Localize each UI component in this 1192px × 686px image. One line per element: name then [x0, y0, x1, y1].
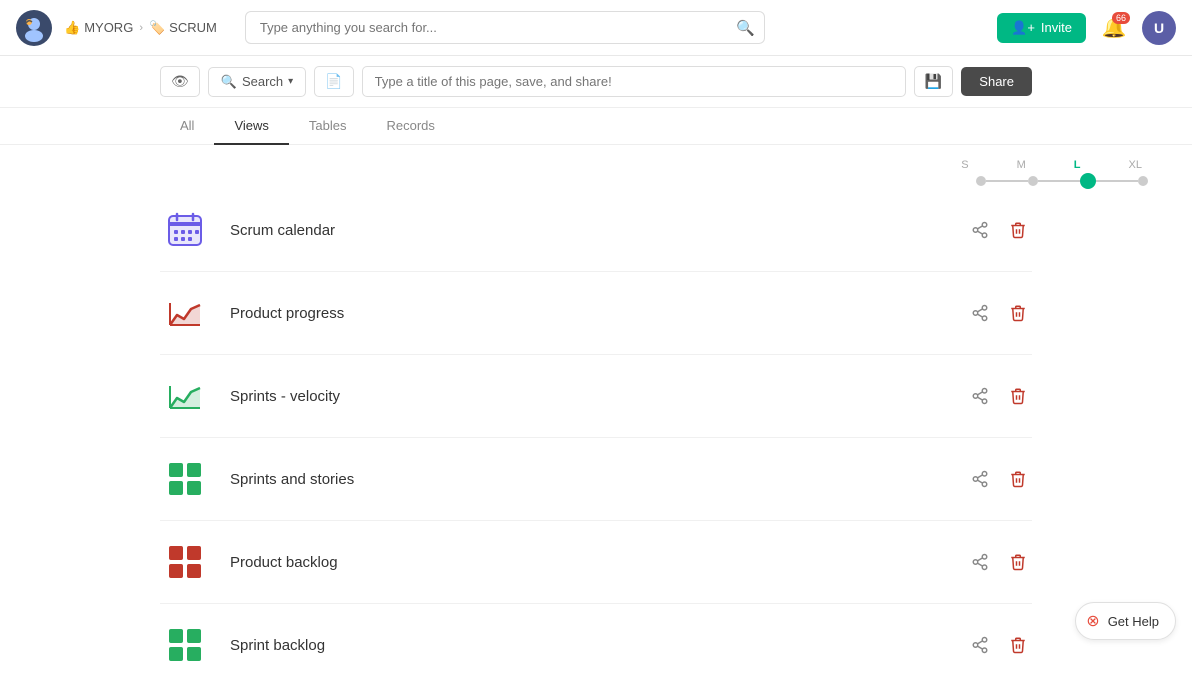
delete-item-button[interactable] — [1004, 382, 1032, 410]
notification-badge: 66 — [1112, 12, 1130, 24]
item-icon-scrum-calendar — [160, 205, 210, 255]
delete-item-button[interactable] — [1004, 216, 1032, 244]
size-selector-area: S M L XL — [0, 145, 1192, 189]
share-button[interactable]: Share — [961, 67, 1032, 96]
item-icon-product-progress — [160, 288, 210, 338]
item-name: Scrum calendar — [230, 222, 946, 239]
breadcrumb-org[interactable]: 👍 MYORG — [64, 20, 133, 36]
tab-tables[interactable]: Tables — [289, 108, 367, 145]
search-button[interactable]: 🔍 Search ▾ — [208, 67, 306, 97]
item-icon-sprint-backlog — [160, 620, 210, 670]
item-icon-sprints-stories — [160, 454, 210, 504]
item-icon-product-backlog — [160, 537, 210, 587]
tab-records[interactable]: Records — [366, 108, 454, 145]
item-actions — [966, 216, 1032, 244]
pdf-button[interactable]: 📄 — [314, 66, 353, 97]
item-name: Sprint backlog — [230, 637, 946, 654]
share-item-button[interactable] — [966, 465, 994, 493]
list-item: Scrum calendar — [160, 189, 1032, 272]
item-name: Sprints - velocity — [230, 388, 946, 405]
views-list: Scrum calendar — [0, 189, 1192, 686]
size-line-ml — [1038, 180, 1080, 182]
get-help-button[interactable]: ⊗ Get Help — [1075, 602, 1176, 640]
share-item-button[interactable] — [966, 299, 994, 327]
size-dot-l[interactable] — [1080, 173, 1096, 189]
size-dot-s[interactable] — [976, 176, 986, 186]
search-icon: 🔍 — [736, 19, 755, 37]
search-button-label: Search — [242, 74, 283, 89]
item-actions — [966, 465, 1032, 493]
org-avatar[interactable] — [16, 10, 52, 46]
size-l-label: L — [1074, 159, 1081, 171]
user-avatar[interactable]: U — [1142, 11, 1176, 45]
item-name: Product progress — [230, 305, 946, 322]
chevron-down-icon: ▾ — [288, 76, 293, 87]
size-labels: S M L XL — [961, 159, 1152, 173]
save-button[interactable]: 💾 — [914, 66, 953, 97]
global-search-bar: 🔍 — [245, 11, 765, 44]
size-track — [976, 173, 1152, 189]
list-item: Sprint backlog — [160, 604, 1032, 686]
share-item-button[interactable] — [966, 382, 994, 410]
tab-all[interactable]: All — [160, 108, 214, 145]
list-item: Product backlog — [160, 521, 1032, 604]
user-initial: U — [1154, 20, 1164, 36]
header-right: 👤+ Invite 🔔 66 U — [997, 10, 1176, 46]
item-name: Sprints and stories — [230, 471, 946, 488]
list-item: Sprints - velocity — [160, 355, 1032, 438]
tabs-bar: All Views Tables Records — [0, 108, 1192, 145]
item-icon-sprints-velocity — [160, 371, 210, 421]
size-xl-label: XL — [1129, 159, 1142, 171]
delete-item-button[interactable] — [1004, 631, 1032, 659]
add-user-icon: 👤+ — [1011, 20, 1035, 36]
list-item: Sprints and stories — [160, 438, 1032, 521]
size-dot-xl[interactable] — [1138, 176, 1148, 186]
delete-item-button[interactable] — [1004, 465, 1032, 493]
breadcrumb: 👍 MYORG › 🏷️ SCRUM — [64, 20, 217, 36]
delete-item-button[interactable] — [1004, 548, 1032, 576]
view-toggle-button[interactable]: 👁 — [160, 66, 200, 97]
size-m-label: M — [1017, 159, 1026, 171]
size-line-sm — [986, 180, 1028, 182]
global-search-input[interactable] — [245, 11, 765, 44]
item-actions — [966, 299, 1032, 327]
scrum-icon: 🏷️ — [149, 20, 165, 36]
item-actions — [966, 382, 1032, 410]
item-actions — [966, 631, 1032, 659]
share-label: Share — [979, 74, 1014, 89]
invite-label: Invite — [1041, 20, 1072, 35]
thumbs-up-icon: 👍 — [64, 20, 80, 36]
search-btn-icon: 🔍 — [221, 74, 237, 90]
invite-button[interactable]: 👤+ Invite — [997, 13, 1086, 43]
help-icon: ⊗ — [1086, 611, 1099, 631]
size-dot-m[interactable] — [1028, 176, 1038, 186]
breadcrumb-separator: › — [139, 22, 143, 34]
breadcrumb-scrum[interactable]: 🏷️ SCRUM — [149, 20, 217, 36]
share-item-button[interactable] — [966, 631, 994, 659]
size-line-lxl — [1096, 180, 1138, 182]
size-s-label: S — [961, 159, 968, 171]
share-item-button[interactable] — [966, 548, 994, 576]
help-label: Get Help — [1108, 614, 1159, 629]
tab-views[interactable]: Views — [214, 108, 288, 145]
toolbar: 👁 🔍 Search ▾ 📄 💾 Share — [0, 56, 1192, 108]
item-actions — [966, 548, 1032, 576]
delete-item-button[interactable] — [1004, 299, 1032, 327]
share-item-button[interactable] — [966, 216, 994, 244]
list-item: Product progress — [160, 272, 1032, 355]
scrum-name: SCRUM — [169, 20, 217, 35]
page-title-input[interactable] — [362, 66, 906, 97]
app-header: 👍 MYORG › 🏷️ SCRUM 🔍 👤+ Invite 🔔 66 U — [0, 0, 1192, 56]
org-name: MYORG — [84, 20, 133, 35]
item-name: Product backlog — [230, 554, 946, 571]
notifications-button[interactable]: 🔔 66 — [1096, 10, 1132, 46]
